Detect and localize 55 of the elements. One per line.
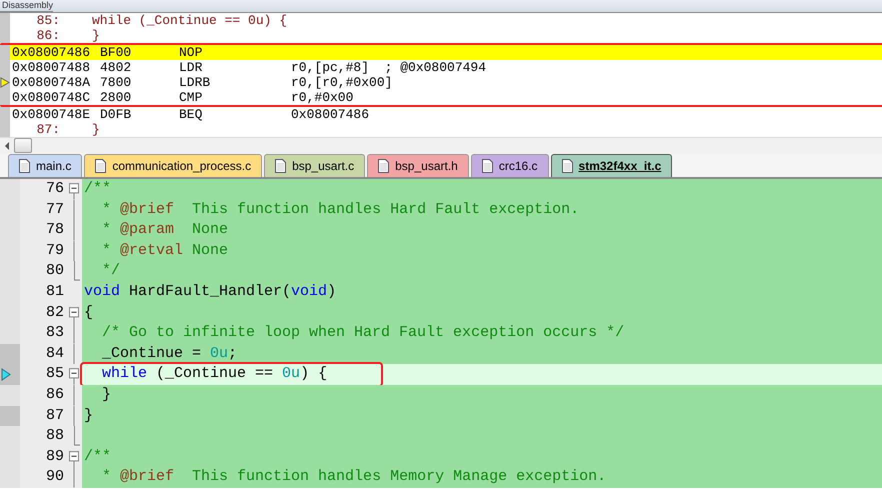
document-icon	[482, 159, 493, 173]
line-number: 77	[44, 200, 65, 220]
line-number: 87	[44, 406, 65, 426]
file-tab[interactable]: crc16.c	[470, 154, 549, 177]
line-number: 88	[44, 426, 65, 446]
line-number: 82	[44, 302, 65, 323]
file-tab[interactable]: bsp_usart.h	[367, 154, 469, 177]
operands: 0x08007486	[291, 107, 370, 122]
opcode: D0FB	[100, 107, 132, 122]
source-line-text: }	[92, 122, 100, 137]
line-number: 89	[44, 446, 65, 467]
scrollbar-thumb[interactable]	[14, 138, 32, 153]
mnemonic: LDRB	[179, 75, 212, 90]
operands: r0,[pc,#8] ; @0x08007494	[291, 60, 486, 75]
fold-end-icon	[74, 261, 80, 282]
mnemonic: BEQ	[179, 107, 204, 122]
line-number: 84	[44, 344, 65, 364]
line-number: 80	[44, 261, 65, 282]
file-tab[interactable]: bsp_usart.c	[264, 154, 366, 177]
source-line-text: while (_Continue == 0u) {	[92, 13, 288, 28]
line-number: 83	[44, 323, 65, 344]
source-line-number: 85:	[36, 13, 61, 28]
line-number: 79	[44, 240, 65, 261]
line-number: 86	[44, 384, 65, 405]
source-line-number: 86:	[36, 28, 61, 43]
opcode: BF00	[100, 45, 132, 60]
mnemonic: CMP	[179, 90, 204, 105]
document-icon	[95, 159, 106, 173]
opcode: 7800	[100, 75, 132, 90]
mnemonic: NOP	[179, 45, 204, 60]
document-icon	[562, 159, 573, 173]
line-number: 81	[44, 282, 65, 302]
document-icon	[275, 159, 286, 173]
mnemonic: LDR	[179, 60, 204, 75]
line-number: 90	[44, 467, 65, 488]
panel-title: Disassembly	[0, 0, 54, 12]
line-number: 76	[44, 179, 65, 199]
source-line-text: }	[92, 28, 100, 43]
document-icon	[19, 159, 30, 173]
file-tab[interactable]: communication_process.c	[84, 154, 262, 177]
instruction-address: 0x08007488	[12, 60, 92, 75]
line-number: 78	[44, 220, 65, 240]
file-tab[interactable]: main.c	[8, 154, 82, 177]
instruction-address: 0x08007486	[12, 45, 92, 60]
operands: r0,[r0,#0x00]	[291, 75, 392, 90]
source-line-number: 87:	[36, 122, 61, 137]
opcode: 4802	[100, 60, 132, 75]
line-number: 85	[44, 364, 65, 384]
document-icon	[378, 159, 390, 173]
instruction-address: 0x0800748C	[12, 90, 92, 105]
instruction-address: 0x0800748A	[12, 75, 92, 90]
fold-end-icon	[74, 426, 80, 447]
instruction-address: 0x0800748E	[12, 107, 92, 122]
opcode: 2800	[100, 90, 132, 105]
operands: r0,#0x00	[291, 90, 354, 105]
